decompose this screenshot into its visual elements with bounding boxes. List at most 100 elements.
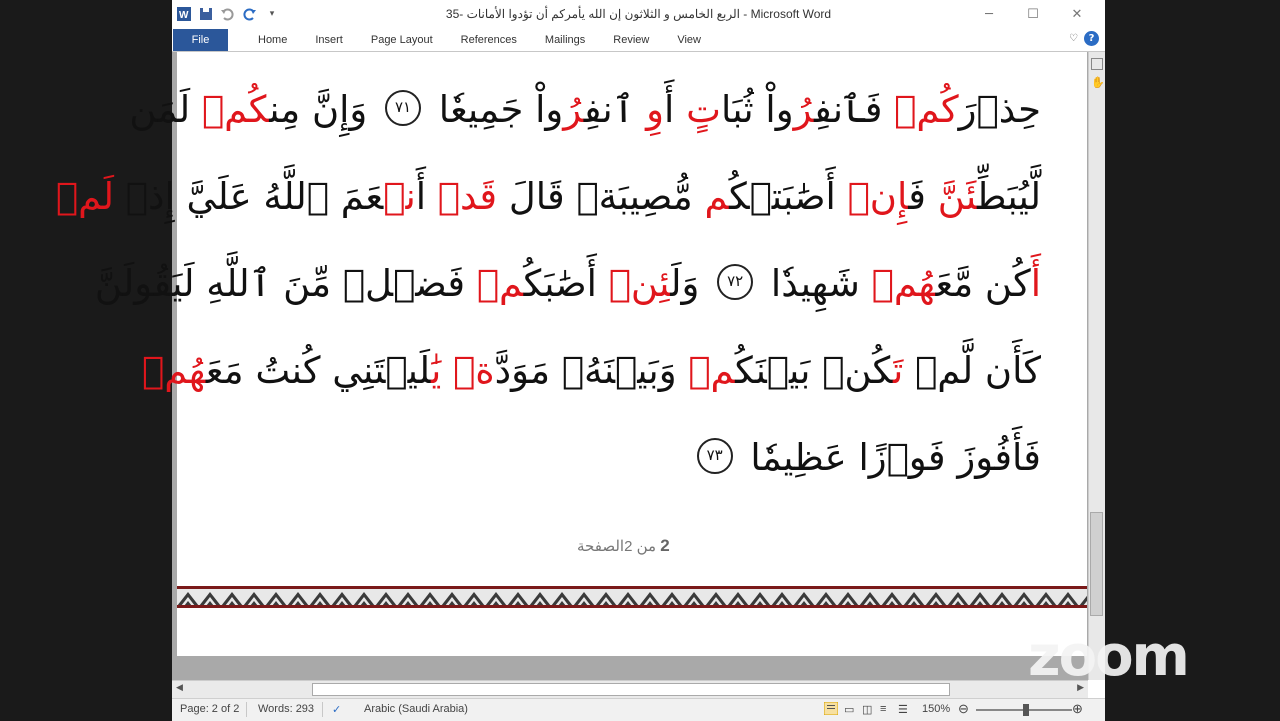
close-button[interactable]: ✕	[1055, 4, 1099, 24]
tajweed-highlight: كُمۡ	[894, 88, 959, 131]
vertical-scrollbar[interactable]: ✋	[1088, 52, 1105, 680]
tajweed-highlight: لَمۡ	[55, 175, 115, 218]
vertical-scroll-thumb[interactable]	[1090, 512, 1103, 616]
verse-line: فَأَفُوزَ فَوۡزًا عَظِيمٗا ٧٣	[201, 414, 1041, 501]
verse-segment: ٱنفِ	[583, 88, 647, 131]
document-page[interactable]: حِذۡرَكُمۡ فَٱنفِرُواْ ثُبَاتٍ أَوِ ٱنفِ…	[56, 52, 1087, 656]
zoom-out-icon[interactable]: ⊖	[958, 701, 969, 717]
verse-segment: شَهِيدٗا	[759, 262, 872, 305]
verse-text: حِذۡرَكُمۡ فَٱنفِرُواْ ثُبَاتٍ أَوِ ٱنفِ…	[56, 66, 1041, 501]
tajweed-highlight: مۡ	[688, 349, 736, 392]
minimize-button[interactable]: ─	[967, 4, 1011, 24]
window-title: 35- الربع الخامس و الثلاثون إن الله يأمر…	[445, 7, 832, 21]
zoom-watermark-logo: zoom	[1028, 624, 1190, 689]
page-number-text: من 2الصفحة	[577, 538, 661, 555]
verse-segment: واْ ثُبَا	[720, 88, 794, 131]
status-divider	[246, 702, 247, 717]
verse-segment: فَ	[908, 175, 938, 218]
verse-segment: لَمَن	[129, 88, 202, 131]
verse-segment: كُنۢ بَيۡنَكُ	[735, 349, 893, 392]
verse-segment: كُن مَّعَ	[935, 262, 1031, 305]
horizontal-scroll-thumb[interactable]	[312, 683, 950, 696]
verse-segment: كَأَن لَّمۡ	[903, 349, 1041, 392]
verse-line: لَّيُبَطِّئَنَّ فَإِنۡ أَصَٰبَتۡكُم مُّص…	[56, 153, 1041, 240]
verse-segment: لَّيُبَطِّ	[977, 175, 1041, 218]
tajweed-highlight: هُمۡ	[142, 349, 206, 392]
horizontal-scrollbar[interactable]: ◀ ▶	[172, 680, 1088, 699]
tajweed-highlight: هُمۡ	[871, 262, 936, 305]
verse-segment: عَمَ ٱللَّهُ عَلَيَّ إِذۡ	[114, 175, 384, 218]
tajweed-highlight: رُ	[563, 88, 584, 131]
verse-segment: مُّصِيبَةٞ قَالَ	[497, 175, 705, 218]
pan-hand-icon[interactable]: ✋	[1091, 76, 1105, 89]
verse-segment: فَضۡلٞ مِّنَ ٱللَّهِ لَيَقُولَنَّ	[94, 262, 477, 305]
tab-page-layout[interactable]: Page Layout	[357, 29, 447, 51]
zoom-in-icon[interactable]: ⊕	[1072, 701, 1083, 717]
tajweed-highlight: أَ	[1030, 262, 1041, 305]
ayah-number-marker: ٧١	[385, 89, 422, 126]
help-icon[interactable]: ?	[1084, 31, 1099, 46]
ayah-number-marker: ٧٣	[696, 437, 733, 474]
verse-line: أَكُن مَّعَهُمۡ شَهِيدٗا ٧٢ وَلَئِنۡ أَص…	[95, 240, 1041, 327]
title-bar: W ▾ 35- الربع الخامس و الثلاثون إن الله …	[172, 0, 1105, 29]
verse-segment: وَإِنَّ مِن	[269, 88, 380, 131]
verse-segment: حِذۡرَ	[958, 88, 1041, 131]
window-controls: ─ ☐ ✕	[967, 4, 1099, 24]
document-area: حِذۡرَكُمۡ فَٱنفِرُواْ ثُبَاتٍ أَوِ ٱنفِ…	[56, 52, 1088, 680]
tajweed-highlight: ئِنۡ	[608, 262, 671, 305]
page-count-status[interactable]: Page: 2 of 2	[180, 703, 239, 715]
tajweed-highlight: قَدۡ	[437, 175, 498, 218]
expand-ribbon-icon[interactable]: ♡	[1069, 33, 1078, 44]
word-window: W ▾ 35- الربع الخامس و الثلاثون إن الله …	[56, 0, 1105, 721]
verse-segment	[441, 349, 453, 392]
tab-mailings[interactable]: Mailings	[531, 29, 599, 51]
zoom-level[interactable]: 150%	[922, 703, 950, 715]
maximize-button[interactable]: ☐	[1011, 4, 1055, 24]
tab-references[interactable]: References	[447, 29, 531, 51]
print-layout-view-icon[interactable]	[823, 701, 839, 718]
tab-view[interactable]: View	[663, 29, 715, 51]
page-number-value: 2	[660, 536, 670, 555]
tab-insert[interactable]: Insert	[301, 29, 357, 51]
verse-segment: لَيۡتَنِي كُنتُ مَعَ	[205, 349, 431, 392]
verse-segment: أَ	[415, 175, 438, 218]
tajweed-highlight: وِ	[646, 88, 665, 131]
zoom-slider[interactable]	[976, 704, 1072, 716]
tajweed-highlight: يَٰ	[431, 349, 442, 392]
scroll-left-icon[interactable]: ◀	[176, 683, 183, 693]
verse-line: كَأَن لَّمۡ تَكُنۢ بَيۡنَكُمۡ وَبَيۡنَهُ…	[142, 327, 1041, 414]
tajweed-highlight: مۡ	[476, 262, 524, 305]
file-tab[interactable]: File	[173, 29, 228, 51]
decorative-border	[177, 586, 1087, 608]
verse-segment: وَلَ	[670, 262, 712, 305]
draft-view-icon[interactable]: ☰	[898, 703, 908, 716]
verse-segment: فَأَفُوزَ فَوۡزًا عَظِيمٗا	[738, 436, 1041, 479]
ayah-number-marker: ٧٢	[717, 263, 754, 300]
proofing-icon[interactable]: ✓	[332, 703, 341, 716]
status-divider	[322, 702, 323, 717]
full-screen-reading-icon[interactable]: ▭	[844, 703, 854, 716]
web-layout-icon[interactable]: ◫	[862, 703, 872, 716]
tajweed-highlight: تَ	[893, 349, 904, 392]
word-count-status[interactable]: Words: 293	[258, 703, 314, 715]
view-ruler-icon[interactable]	[1091, 58, 1103, 70]
verse-segment: أَ	[664, 88, 687, 131]
verse-segment: واْ جَمِيعٗا	[427, 88, 564, 131]
ribbon-tab-list: Home Insert Page Layout References Maili…	[244, 29, 715, 51]
tab-home[interactable]: Home	[244, 29, 301, 51]
page-number-label: 2 من 2الصفحة	[577, 536, 670, 556]
language-status[interactable]: Arabic (Saudi Arabia)	[364, 703, 468, 715]
verse-segment: فَٱنفِ	[814, 88, 895, 131]
tab-review[interactable]: Review	[599, 29, 663, 51]
tajweed-highlight: م	[704, 175, 730, 218]
tajweed-highlight: ئَنَّ	[937, 175, 978, 218]
ribbon-right-controls: ♡ ?	[1069, 31, 1099, 46]
tajweed-highlight: نۡ	[383, 175, 416, 218]
tajweed-highlight: رُ	[793, 88, 815, 131]
tajweed-highlight: كُمۡ	[201, 88, 270, 131]
tajweed-highlight: إِنۡ	[847, 175, 909, 218]
verse-segment: أَصَٰبَكُ	[523, 262, 609, 305]
verse-line: حِذۡرَكُمۡ فَٱنفِرُواْ ثُبَاتٍ أَوِ ٱنفِ…	[129, 66, 1041, 153]
outline-view-icon[interactable]: ≡	[880, 703, 886, 715]
tajweed-highlight: تٍ	[686, 88, 721, 131]
